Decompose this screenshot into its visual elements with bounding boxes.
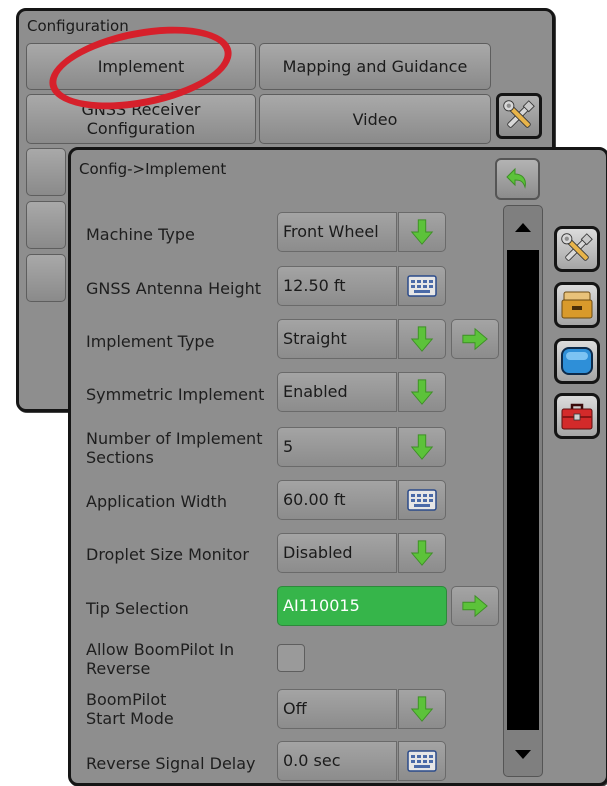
machine-type-dropdown[interactable] bbox=[398, 212, 446, 252]
back-arrow-icon bbox=[505, 167, 526, 189]
mapping-guidance-label: Mapping and Guidance bbox=[282, 57, 468, 76]
gnss-antenna-height-label: GNSS Antenna Height bbox=[86, 279, 262, 298]
implement-type-value[interactable]: Straight bbox=[277, 319, 397, 359]
tools-icon bbox=[502, 99, 536, 133]
gnss-receiver-label: GNSS Receiver Configuration bbox=[81, 100, 201, 138]
implement-type-label: Implement Type bbox=[86, 332, 215, 351]
scroll-up-icon bbox=[515, 223, 531, 232]
video-button[interactable]: Video bbox=[259, 94, 491, 144]
machine-type-value[interactable]: Front Wheel bbox=[277, 212, 397, 252]
allow-boompilot-reverse-label: Allow BoomPilot In Reverse bbox=[86, 640, 235, 678]
implement-type-dropdown[interactable] bbox=[398, 319, 446, 359]
reverse-signal-delay-value[interactable]: 0.0 sec bbox=[277, 741, 397, 781]
droplet-size-monitor-value[interactable]: Disabled bbox=[277, 533, 397, 573]
tip-selection-next-button[interactable] bbox=[451, 586, 499, 626]
gnss-antenna-height-value[interactable]: 12.50 ft bbox=[277, 266, 397, 306]
machine-type-label: Machine Type bbox=[86, 225, 195, 244]
mapping-guidance-button[interactable]: Mapping and Guidance bbox=[259, 43, 491, 90]
config-button-row4[interactable] bbox=[26, 201, 66, 249]
number-of-sections-value[interactable]: 5 bbox=[277, 427, 397, 467]
scrollbar[interactable] bbox=[503, 205, 543, 777]
scroll-up-button[interactable] bbox=[504, 206, 542, 248]
number-of-sections-label: Number of Implement Sections bbox=[86, 429, 263, 467]
implement-panel-title: Config->Implement bbox=[79, 160, 227, 178]
reverse-signal-delay-label: Reverse Signal Delay bbox=[86, 754, 256, 773]
right-arrow-icon bbox=[461, 592, 489, 620]
scroll-down-icon bbox=[515, 750, 531, 759]
boompilot-start-mode-value[interactable]: Off bbox=[277, 689, 397, 729]
gnss-receiver-button[interactable]: GNSS Receiver Configuration bbox=[26, 94, 256, 144]
tip-selection-value[interactable]: AI110015 bbox=[277, 586, 447, 626]
boompilot-start-mode-label: BoomPilot Start Mode bbox=[86, 690, 174, 728]
back-button[interactable] bbox=[495, 158, 540, 200]
console-tab[interactable] bbox=[554, 282, 600, 328]
down-arrow-icon bbox=[408, 695, 436, 723]
configuration-title: Configuration bbox=[27, 17, 129, 35]
application-width-label: Application Width bbox=[86, 492, 227, 511]
display-tab[interactable] bbox=[554, 338, 600, 384]
implement-button[interactable]: Implement bbox=[26, 43, 256, 90]
tools-icon bbox=[560, 232, 594, 266]
reverse-signal-delay-keyboard[interactable] bbox=[398, 741, 446, 781]
scroll-track[interactable] bbox=[507, 250, 539, 730]
scroll-down-button[interactable] bbox=[504, 734, 542, 776]
console-icon bbox=[561, 291, 593, 319]
gnss-antenna-height-keyboard[interactable] bbox=[398, 266, 446, 306]
right-arrow-icon bbox=[461, 325, 489, 353]
down-arrow-icon bbox=[408, 218, 436, 246]
symmetric-implement-value[interactable]: Enabled bbox=[277, 372, 397, 412]
keyboard-icon bbox=[407, 275, 437, 297]
application-width-keyboard[interactable] bbox=[398, 480, 446, 520]
keyboard-icon bbox=[407, 489, 437, 511]
toolbox-icon bbox=[561, 403, 593, 430]
keyboard-icon bbox=[407, 750, 437, 772]
video-label: Video bbox=[352, 109, 398, 129]
down-arrow-icon bbox=[408, 325, 436, 353]
allow-boompilot-reverse-checkbox[interactable] bbox=[277, 644, 305, 672]
droplet-size-monitor-dropdown[interactable] bbox=[398, 533, 446, 573]
implement-label: Implement bbox=[97, 57, 185, 76]
config-button-row3[interactable] bbox=[26, 148, 66, 196]
droplet-size-monitor-label: Droplet Size Monitor bbox=[86, 545, 249, 564]
display-icon bbox=[561, 347, 593, 375]
back-tools-tab[interactable] bbox=[496, 93, 542, 139]
boompilot-start-mode-dropdown[interactable] bbox=[398, 689, 446, 729]
symmetric-implement-label: Symmetric Implement bbox=[86, 385, 265, 404]
toolbox-tab[interactable] bbox=[554, 393, 600, 439]
tip-selection-label: Tip Selection bbox=[86, 599, 189, 618]
tools-tab[interactable] bbox=[554, 226, 600, 272]
config-button-row5[interactable] bbox=[26, 254, 66, 302]
down-arrow-icon bbox=[408, 433, 436, 461]
implement-type-next-button[interactable] bbox=[451, 319, 499, 359]
symmetric-implement-dropdown[interactable] bbox=[398, 372, 446, 412]
application-width-value[interactable]: 60.00 ft bbox=[277, 480, 397, 520]
down-arrow-icon bbox=[408, 539, 436, 567]
down-arrow-icon bbox=[408, 378, 436, 406]
number-of-sections-dropdown[interactable] bbox=[398, 427, 446, 467]
